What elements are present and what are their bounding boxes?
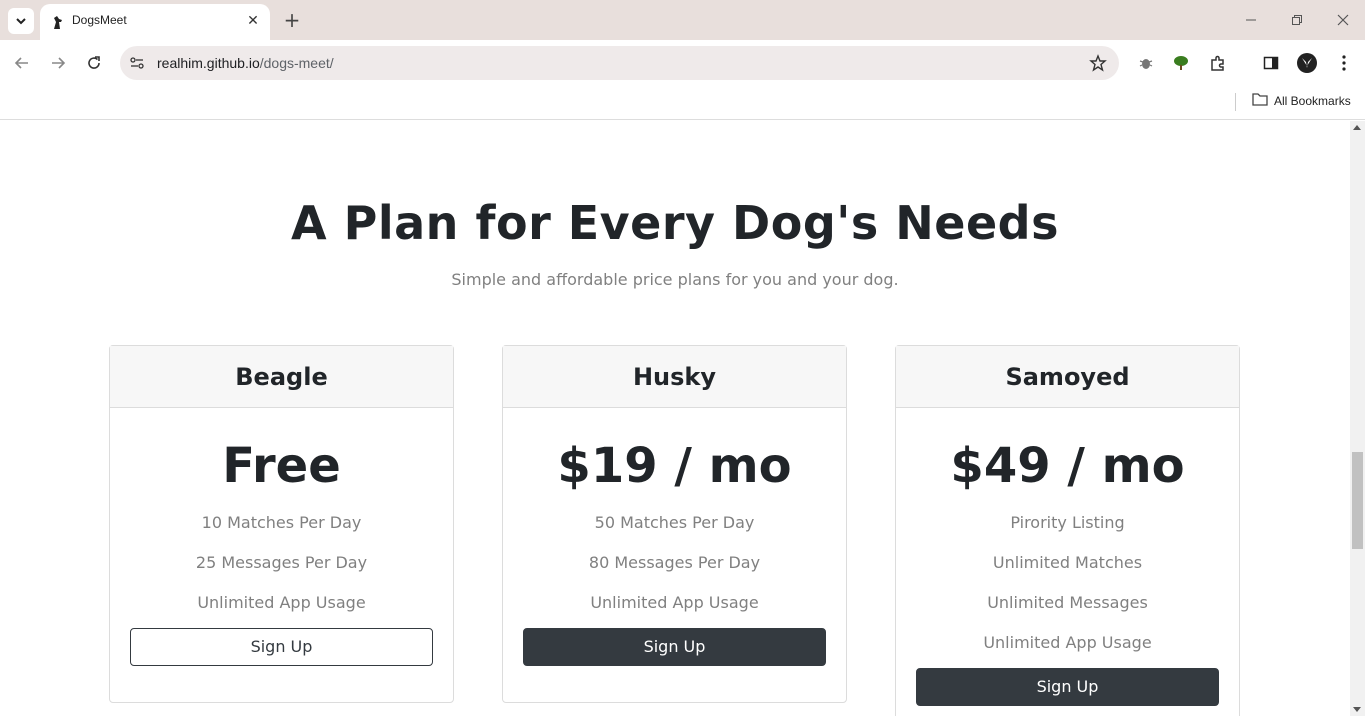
page-viewport: A Plan for Every Dog's Needs Simple and … — [0, 121, 1350, 716]
plan-name: Beagle — [110, 346, 453, 408]
address-bar[interactable]: realhim.github.io/dogs-meet/ — [120, 46, 1119, 80]
plan-name: Samoyed — [896, 346, 1239, 408]
scroll-down-arrow-icon[interactable] — [1353, 707, 1361, 712]
tab-title: DogsMeet — [72, 13, 127, 27]
plan-feature: Pirority Listing — [1010, 513, 1125, 532]
plan-feature: Unlimited Messages — [987, 593, 1148, 612]
menu-kebab-icon[interactable] — [1334, 53, 1354, 73]
back-icon[interactable] — [10, 51, 34, 75]
plan-feature: 80 Messages Per Day — [588, 553, 761, 572]
side-panel-icon[interactable] — [1261, 53, 1281, 73]
plan-feature: 10 Matches Per Day — [201, 513, 362, 532]
url-host: realhim.github.io — [157, 55, 260, 71]
bookmark-star-icon[interactable] — [1089, 54, 1107, 72]
sign-up-button-beagle[interactable]: Sign Up — [130, 628, 433, 666]
browser-toolbar: realhim.github.io/dogs-meet/ — [0, 40, 1365, 86]
plan-card-husky: Husky $19 / mo 50 Matches Per Day 80 Mes… — [502, 345, 847, 703]
bug-extension-icon[interactable] — [1136, 53, 1156, 73]
plan-price: $19 / mo — [557, 438, 792, 494]
pricing-subheading: Simple and affordable price plans for yo… — [451, 270, 899, 289]
plan-feature: Unlimited App Usage — [983, 633, 1152, 652]
restore-icon[interactable] — [1287, 10, 1307, 30]
bookmarks-bar: All Bookmarks — [0, 86, 1365, 120]
extensions-puzzle-icon[interactable] — [1208, 53, 1228, 73]
plan-price: $49 / mo — [950, 438, 1185, 494]
bookmarks-separator — [1235, 93, 1236, 111]
sign-up-button-husky[interactable]: Sign Up — [523, 628, 826, 666]
folder-icon — [1252, 92, 1268, 109]
plan-features: 10 Matches Per Day 25 Messages Per Day U… — [130, 508, 433, 628]
all-bookmarks-label: All Bookmarks — [1274, 93, 1351, 108]
plan-feature: Unlimited App Usage — [197, 593, 366, 612]
sign-up-button-samoyed[interactable]: Sign Up — [916, 668, 1219, 706]
close-icon[interactable]: ✕ — [244, 12, 262, 30]
plan-feature: 25 Messages Per Day — [195, 553, 368, 572]
reload-icon[interactable] — [82, 51, 106, 75]
plan-name: Husky — [503, 346, 846, 408]
all-bookmarks-button[interactable]: All Bookmarks — [1252, 92, 1351, 109]
plan-features: 50 Matches Per Day 80 Messages Per Day U… — [523, 508, 826, 628]
plan-price: Free — [222, 438, 341, 494]
plan-features: Pirority Listing Unlimited Matches Unlim… — [916, 508, 1219, 668]
tab-strip: DogsMeet ✕ + — [0, 0, 1365, 40]
minimize-icon[interactable] — [1241, 10, 1261, 30]
tree-extension-icon[interactable] — [1171, 53, 1191, 73]
pricing-heading: A Plan for Every Dog's Needs — [291, 196, 1059, 250]
forward-icon[interactable] — [46, 51, 70, 75]
tab-search-icon[interactable] — [8, 8, 34, 34]
plan-feature: Unlimited App Usage — [590, 593, 759, 612]
profile-avatar-icon[interactable] — [1297, 53, 1317, 73]
window-close-icon[interactable] — [1333, 10, 1353, 30]
plan-feature: 50 Matches Per Day — [594, 513, 755, 532]
plan-card-samoyed: Samoyed $49 / mo Pirority Listing Unlimi… — [895, 345, 1240, 716]
site-info-icon[interactable] — [128, 54, 146, 72]
page-scrollbar[interactable] — [1350, 121, 1365, 716]
url-text: realhim.github.io/dogs-meet/ — [157, 55, 334, 71]
url-path: /dogs-meet/ — [259, 55, 334, 71]
browser-tab[interactable]: DogsMeet ✕ — [40, 4, 270, 40]
plan-feature: Unlimited Matches — [992, 553, 1143, 572]
scroll-up-arrow-icon[interactable] — [1353, 125, 1361, 130]
dog-favicon-icon — [50, 14, 66, 30]
plan-card-beagle: Beagle Free 10 Matches Per Day 25 Messag… — [109, 345, 454, 703]
scrollbar-thumb[interactable] — [1352, 452, 1363, 549]
new-tab-icon[interactable]: + — [282, 8, 302, 32]
